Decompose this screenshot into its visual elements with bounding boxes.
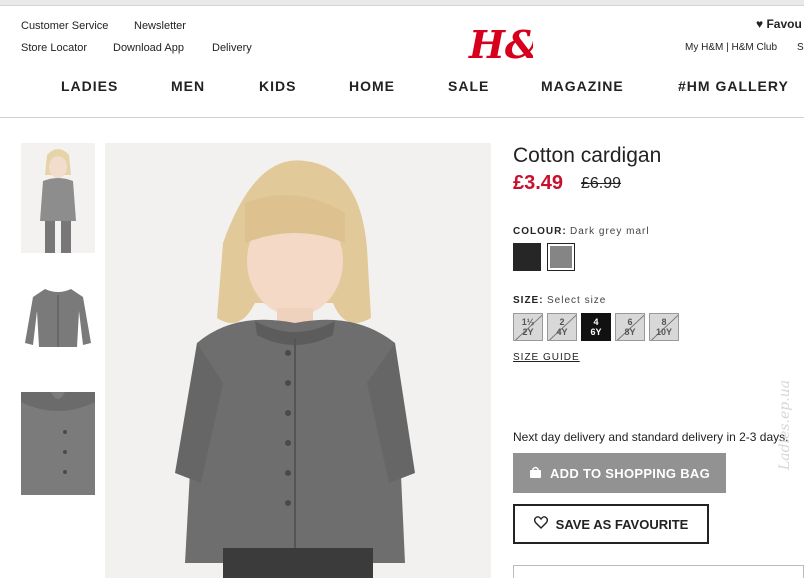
delivery-info: Next day delivery and standard delivery … xyxy=(513,430,789,444)
account-links[interactable]: My H&M | H&M Club xyxy=(685,42,777,53)
download-app-link[interactable]: Download App xyxy=(113,42,184,54)
product-main-image[interactable] xyxy=(105,143,491,578)
size-line1: 6 xyxy=(627,317,633,327)
nav-men[interactable]: MEN xyxy=(171,78,205,94)
store-locator-link[interactable]: Store Locator xyxy=(21,42,87,54)
flat-thumbnail-image xyxy=(21,275,95,355)
size-line1: 4 xyxy=(593,317,599,327)
swatch-grey-fill xyxy=(550,246,572,268)
favourites-label: Favou xyxy=(766,17,802,31)
svg-text:H&M: H&M xyxy=(468,22,533,66)
size-option-1-2y[interactable]: 1½ 2Y xyxy=(513,313,543,341)
thumbnail-model[interactable] xyxy=(21,143,95,253)
nav-divider xyxy=(0,117,804,118)
size-line1: 8 xyxy=(661,317,667,327)
size-line1: 2 xyxy=(559,317,565,327)
delivery-link[interactable]: Delivery xyxy=(212,42,252,54)
size-line2: 6Y xyxy=(590,327,602,337)
account-extra-link[interactable]: S xyxy=(797,42,804,53)
size-line2: 2Y xyxy=(522,327,534,337)
colour-label: COLOUR: xyxy=(513,226,567,237)
heart-icon: ♥ xyxy=(756,17,764,31)
model-thumbnail-image xyxy=(21,143,95,253)
size-guide-link[interactable]: SIZE GUIDE xyxy=(513,352,580,363)
nav-magazine[interactable]: MAGAZINE xyxy=(541,78,624,94)
nav-ladies[interactable]: LADIES xyxy=(61,78,118,94)
next-section-box xyxy=(513,565,804,578)
original-price: £6.99 xyxy=(581,175,622,192)
hm-logo[interactable]: H&M xyxy=(467,20,582,67)
size-label: SIZE: xyxy=(513,295,544,306)
swatch-black[interactable] xyxy=(513,243,541,271)
nav-sale[interactable]: SALE xyxy=(448,78,489,94)
customer-service-link[interactable]: Customer Service xyxy=(21,20,108,32)
nav-kids[interactable]: KIDS xyxy=(259,78,296,94)
watermark: Ladies.ep.ua xyxy=(777,379,793,470)
size-line2: 4Y xyxy=(556,327,568,337)
save-favourite-button[interactable]: SAVE AS FAVOURITE xyxy=(513,504,709,544)
nav-home[interactable]: HOME xyxy=(349,78,395,94)
thumbnail-flat[interactable] xyxy=(21,275,95,355)
size-line2: 10Y xyxy=(655,327,672,337)
colour-value: Dark grey marl xyxy=(570,226,650,237)
size-value: Select size xyxy=(547,295,607,306)
newsletter-link[interactable]: Newsletter xyxy=(134,20,186,32)
top-border xyxy=(0,0,804,6)
size-option-8-10y[interactable]: 8 10Y xyxy=(649,313,679,341)
swatch-dark-grey-marl[interactable] xyxy=(547,243,575,271)
shopping-bag-icon xyxy=(529,466,542,481)
sale-price: £3.49 xyxy=(513,172,564,194)
add-to-bag-label: ADD TO SHOPPING BAG xyxy=(549,465,711,481)
product-title: Cotton cardigan xyxy=(513,144,662,167)
thumbnail-detail[interactable] xyxy=(21,392,95,495)
save-favourite-label: SAVE AS FAVOURITE xyxy=(555,516,689,532)
favourites-link[interactable]: ♥ Favou xyxy=(756,17,802,31)
nav-hm-gallery[interactable]: #HM GALLERY xyxy=(678,78,789,94)
size-line1: 1½ xyxy=(521,317,535,327)
size-line2: 8Y xyxy=(624,327,636,337)
size-option-2-4y[interactable]: 2 4Y xyxy=(547,313,577,341)
detail-thumbnail-image xyxy=(21,392,95,495)
size-option-4-6y[interactable]: 4 6Y xyxy=(581,313,611,341)
swatch-black-fill xyxy=(513,243,541,271)
size-option-6-8y[interactable]: 6 8Y xyxy=(615,313,645,341)
product-photo xyxy=(105,143,491,578)
hm-logo-mark: H&M xyxy=(468,22,582,67)
heart-outline-icon xyxy=(533,516,548,532)
add-to-bag-button[interactable]: ADD TO SHOPPING BAG xyxy=(513,453,726,493)
